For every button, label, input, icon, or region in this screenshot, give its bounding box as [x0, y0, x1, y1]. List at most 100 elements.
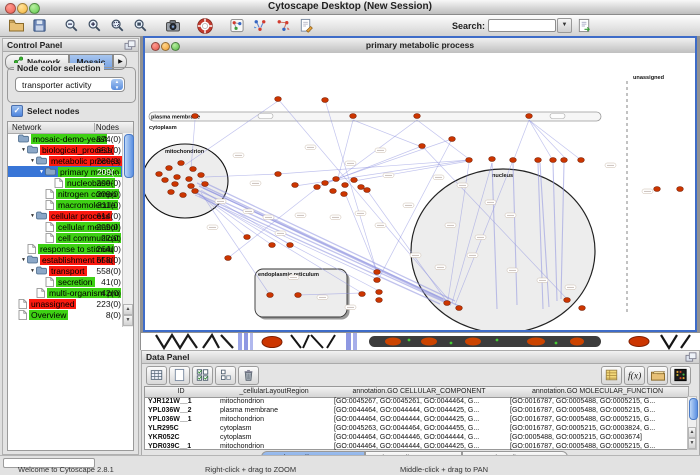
table-row-YPL036W__2[interactable]: YPL036W__2plasma membrane[GO:0044464, GO… — [145, 406, 688, 415]
network-node[interactable] — [510, 158, 517, 163]
unselect-attributes-icon[interactable] — [215, 366, 236, 385]
network-node[interactable] — [449, 137, 456, 142]
tree-row-biological-process[interactable]: ▼biological_process651(0) — [8, 144, 123, 155]
function-builder-icon[interactable]: f(x) — [624, 366, 645, 385]
network-node[interactable] — [444, 301, 451, 306]
network-node[interactable] — [419, 144, 426, 149]
network-edge[interactable] — [529, 120, 552, 159]
network-node[interactable] — [578, 158, 585, 163]
network-node[interactable] — [174, 175, 181, 180]
network-node[interactable] — [180, 193, 187, 198]
vizmapper-icon[interactable] — [226, 17, 247, 35]
network-edge[interactable] — [278, 160, 469, 174]
network-node[interactable] — [579, 306, 586, 311]
tree-scrollbar-thumb[interactable] — [124, 134, 134, 178]
network-node[interactable] — [178, 161, 185, 166]
new-attribute-icon[interactable] — [169, 366, 190, 385]
tree-row-multi-organism-pro[interactable]: multi-organism pro42(0) — [8, 287, 123, 298]
float-panel-icon[interactable] — [124, 40, 136, 53]
attribute-batch-icon[interactable] — [601, 366, 622, 385]
network-canvas[interactable]: plasma membranecytoplasmmitochondrionnuc… — [145, 53, 695, 330]
network-node[interactable] — [550, 158, 557, 163]
network-node[interactable] — [374, 278, 381, 283]
network-node[interactable] — [188, 184, 195, 189]
network-node[interactable] — [677, 187, 684, 192]
network-node[interactable] — [275, 97, 282, 102]
tree-row-nucleobase-[interactable]: nucleobase-209(0) — [8, 177, 123, 188]
network-node[interactable] — [351, 178, 358, 183]
table-row-YDR039C__1[interactable]: YDR039C__1mitochondrion[GO:0044464, GO:0… — [145, 442, 688, 451]
network-edge[interactable] — [295, 160, 469, 186]
network-node[interactable] — [654, 187, 661, 192]
select-nodes-checkbox[interactable]: ✓ — [11, 105, 23, 117]
import-network-icon[interactable] — [577, 18, 592, 33]
zoom-fit-content-icon[interactable] — [130, 17, 151, 35]
network-node[interactable] — [275, 172, 282, 177]
network-node[interactable] — [564, 298, 571, 303]
node-outline-oval[interactable] — [550, 114, 565, 119]
network-node[interactable] — [376, 290, 383, 295]
network-edge[interactable] — [529, 120, 581, 160]
apply-layout-icon[interactable] — [249, 17, 270, 35]
network-edge[interactable] — [514, 120, 529, 159]
network-node[interactable] — [489, 157, 496, 162]
network-node[interactable] — [295, 293, 302, 298]
network-node[interactable] — [456, 306, 463, 311]
network-node[interactable] — [190, 167, 197, 172]
help-lifesaver-icon[interactable] — [194, 17, 215, 35]
tree-row-cellular-metabol[interactable]: cellular metabol209(0) — [8, 221, 123, 232]
network-edge[interactable] — [185, 101, 278, 165]
tree-row-cellular-process[interactable]: ▼cellular process614(0) — [8, 210, 123, 221]
select-attributes-icon[interactable] — [192, 366, 213, 385]
network-node[interactable] — [198, 173, 205, 178]
network-edge[interactable] — [317, 146, 422, 187]
tree-row-primary-metabo[interactable]: ▼primary metabo209(... — [8, 166, 123, 177]
network-node[interactable] — [267, 293, 274, 298]
node-outline-oval[interactable] — [258, 114, 273, 119]
network-node[interactable] — [292, 183, 299, 188]
network-node[interactable] — [322, 181, 329, 186]
network-node[interactable] — [341, 192, 348, 197]
network-node[interactable] — [192, 189, 199, 194]
tree-expand-arrow-icon[interactable]: ▼ — [29, 158, 36, 164]
zoom-out-icon[interactable] — [61, 17, 82, 35]
network-node[interactable] — [168, 190, 175, 195]
network-node[interactable] — [244, 235, 251, 240]
network-node[interactable] — [358, 185, 365, 190]
network-node[interactable] — [561, 158, 568, 163]
network-node[interactable] — [287, 243, 294, 248]
network-node[interactable] — [186, 177, 193, 182]
attribute-grid-icon[interactable] — [146, 366, 167, 385]
tree-row-macromolecule[interactable]: macromolecule311(0) — [8, 199, 123, 210]
tree-row-unassigned[interactable]: unassigned223(0) — [8, 298, 123, 309]
network-node[interactable] — [192, 114, 199, 119]
import-attributes-icon[interactable] — [647, 366, 668, 385]
scroll-down-icon[interactable]: ▼ — [123, 315, 133, 326]
tree-column-nodes[interactable]: Nodes — [96, 122, 119, 133]
tree-row-metabolic-process[interactable]: ▼metabolic process280(0) — [8, 155, 123, 166]
node-color-dropdown[interactable]: transporter activity ▲▼ — [15, 77, 125, 92]
tree-scrollbar[interactable]: ▲ ▼ — [122, 133, 133, 327]
tree-row-nitrogen-compo[interactable]: nitrogen compo209(0) — [8, 188, 123, 199]
delete-attribute-icon[interactable] — [238, 366, 259, 385]
table-row-YKR052C[interactable]: YKR052Ccytoplasm[GO:0044464, GO:0044446,… — [145, 433, 688, 442]
network-node[interactable] — [162, 178, 169, 183]
network-node[interactable] — [526, 114, 533, 119]
scroll-up-icon[interactable]: ▲ — [688, 427, 696, 438]
tree-row-establishment-of-lo[interactable]: ▼establishment of lo558(0) — [8, 254, 123, 265]
network-node[interactable] — [166, 166, 173, 171]
network-node[interactable] — [225, 256, 232, 261]
zoom-in-icon[interactable] — [84, 17, 105, 35]
annotation-icon[interactable] — [295, 17, 316, 35]
network-edge[interactable] — [195, 195, 377, 279]
open-file-icon[interactable] — [6, 17, 27, 35]
table-row-YPL036W__1[interactable]: YPL036W__1mitochondrion[GO:0044464, GO:0… — [145, 415, 688, 424]
table-scrollbar-thumb[interactable] — [689, 398, 698, 420]
network-node[interactable] — [202, 182, 209, 187]
network-node[interactable] — [364, 188, 371, 193]
search-input[interactable] — [488, 19, 556, 32]
table-row-YLR295C[interactable]: YLR295Ccytoplasm[GO:0045263, GO:0044464,… — [145, 424, 688, 433]
table-scrollbar[interactable]: ▲ ▼ — [687, 396, 697, 450]
network-node[interactable] — [314, 185, 321, 190]
tree-expand-arrow-icon[interactable]: ▼ — [38, 169, 45, 175]
